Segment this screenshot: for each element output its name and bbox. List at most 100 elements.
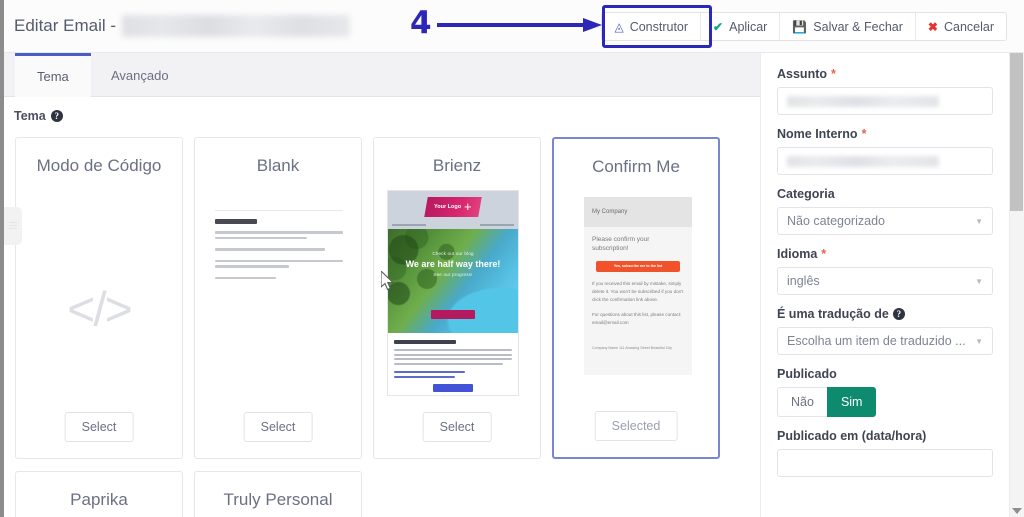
cancel-button[interactable]: ✖ Cancelar <box>915 13 1006 40</box>
field-idioma: Idioma * inglês ▼ <box>777 247 993 295</box>
template-card-paprika[interactable]: Paprika <box>15 471 183 517</box>
chevron-down-icon: ▼ <box>975 216 983 226</box>
apply-button[interactable]: ✔ Aplicar <box>701 13 781 40</box>
brienz-logo-icon: Your Logo + <box>424 197 482 217</box>
window-header: Editar Email - ◬ Construtor ✔ Aplicar 💾 … <box>4 0 1024 53</box>
x-icon: ✖ <box>927 19 938 34</box>
tab-tema-label: Tema <box>37 69 69 84</box>
plus-icon: + <box>464 198 472 214</box>
floppy-disk-icon: 💾 <box>792 19 808 34</box>
confirm-cta-label: Yes, subscribe me to the list <box>613 264 663 269</box>
traducao-select[interactable]: Escolha um item de traduzido ... ▼ <box>777 327 993 355</box>
page-scrollbar-track[interactable] <box>1009 53 1024 517</box>
left-edge-strip <box>0 0 4 517</box>
field-publicado-em-label: Publicado em (data/hora) <box>777 429 993 443</box>
section-header-label: Tema <box>14 109 46 123</box>
nome-interno-input[interactable] <box>777 147 993 175</box>
annotation-step-number: 4 <box>410 5 432 41</box>
select-button[interactable]: Select <box>243 412 313 442</box>
template-card-title: Paprika <box>70 490 128 509</box>
question-mark-icon[interactable]: ? <box>892 308 905 320</box>
cube-icon: ◬ <box>614 19 624 34</box>
brienz-hero-headline: We are half way there! <box>405 259 501 269</box>
brienz-hero-button <box>431 310 475 319</box>
categoria-select-value: Não categorizado <box>787 214 885 228</box>
field-assunto-label: Assunto * <box>777 67 993 81</box>
template-preview-confirm-me: My Company Please confirm your subscript… <box>584 197 692 375</box>
tab-tema[interactable]: Tema <box>15 53 91 97</box>
page-scrollbar-thumb[interactable] <box>1010 53 1023 211</box>
template-card-grid: Modo de Código </> Select Blank Select B… <box>15 137 760 517</box>
publicado-option-sim[interactable]: Sim <box>826 387 877 417</box>
page-title-text: Editar Email - <box>14 16 117 35</box>
publicado-em-input[interactable] <box>777 449 993 477</box>
header-toolbar: ◬ Construtor ✔ Aplicar 💾 Salvar & Fechar… <box>601 12 1007 41</box>
select-button[interactable]: Select <box>422 412 492 442</box>
idioma-select[interactable]: inglês ▼ <box>777 267 993 295</box>
required-marker: * <box>831 67 836 81</box>
left-collapse-handle[interactable] <box>4 207 22 245</box>
section-header: Tema ? <box>14 109 63 123</box>
template-card-title: Modo de Código <box>36 156 162 175</box>
label-text: Categoria <box>777 187 835 201</box>
template-card-modo-de-codigo[interactable]: Modo de Código </> Select <box>15 137 183 459</box>
publicado-toggle: Não Sim <box>777 387 993 417</box>
question-mark-icon[interactable]: ? <box>50 110 63 122</box>
template-card-title: Truly Personal <box>223 490 333 509</box>
confirm-company-label: My Company <box>592 209 628 215</box>
confirm-headline: Please confirm your subscription! <box>592 236 650 253</box>
template-card-title: Brienz <box>432 156 482 175</box>
publicado-option-nao[interactable]: Não <box>777 387 827 417</box>
save-close-button[interactable]: 💾 Salvar & Fechar <box>780 13 916 40</box>
chevron-down-icon: ▼ <box>975 336 983 346</box>
template-card-truly-personal[interactable]: Truly Personal <box>194 471 362 517</box>
field-traducao: É uma tradução de ? Escolha um item de t… <box>777 307 993 355</box>
template-preview-brienz: Your Logo + Check out our blog We are ha… <box>387 190 519 396</box>
assunto-redacted-value <box>787 95 939 107</box>
confirm-paragraph-2: For questions about this list, please co… <box>592 311 682 325</box>
code-icon: </> <box>67 283 132 337</box>
chevron-down-icon: ▼ <box>975 276 983 286</box>
theme-panel: Tema ? Modo de Código </> Select Blank S… <box>4 97 760 517</box>
scroll-down-arrow-icon[interactable] <box>1012 508 1022 514</box>
selected-button[interactable]: Selected <box>594 411 678 441</box>
brienz-body-button <box>433 383 473 392</box>
categoria-select[interactable]: Não categorizado ▼ <box>777 207 993 235</box>
label-text: Idioma <box>777 247 818 261</box>
template-card-row-2: Paprika Truly Personal <box>15 471 760 517</box>
label-text: Nome Interno <box>777 127 858 141</box>
traducao-select-value: Escolha um item de traduzido ... <box>787 334 966 348</box>
idioma-select-value: inglês <box>787 274 820 288</box>
field-nome-interno: Nome Interno * <box>777 127 993 175</box>
field-idioma-label: Idioma * <box>777 247 993 261</box>
template-card-blank[interactable]: Blank Select <box>194 137 362 459</box>
template-card-brienz[interactable]: Brienz Your Logo + Check out our blog We… <box>373 137 541 459</box>
confirm-paragraph-1: If you received this email by mistake, s… <box>592 280 684 302</box>
required-marker: * <box>861 127 867 141</box>
field-nome-interno-label: Nome Interno * <box>777 127 993 141</box>
template-card-confirm-me[interactable]: Confirm Me My Company Please confirm you… <box>552 137 720 459</box>
label-text: Assunto <box>777 67 827 81</box>
template-card-title: Blank <box>256 156 300 175</box>
label-text: É uma tradução de <box>777 307 889 321</box>
tab-bar: Tema Avançado <box>4 53 760 97</box>
label-text: Publicado em (data/hora) <box>777 429 927 443</box>
confirm-footer: Company Name 111 Amazing Street Beautifu… <box>592 346 672 350</box>
field-categoria-label: Categoria <box>777 187 993 201</box>
select-button[interactable]: Select <box>64 412 134 442</box>
template-preview-blank <box>215 210 343 298</box>
required-marker: * <box>821 247 827 261</box>
save-close-button-label: Salvar & Fechar <box>813 19 903 34</box>
tab-avancado[interactable]: Avançado <box>89 53 191 97</box>
page-title: Editar Email - <box>14 15 351 37</box>
field-categoria: Categoria Não categorizado ▼ <box>777 187 993 235</box>
template-card-title: Confirm Me <box>592 157 680 176</box>
builder-button[interactable]: ◬ Construtor <box>602 13 702 40</box>
field-publicado: Publicado Não Sim <box>777 367 993 417</box>
field-publicado-label: Publicado <box>777 367 993 381</box>
assunto-input[interactable] <box>777 87 993 115</box>
brienz-hero-top: Check out our blog <box>432 251 474 256</box>
cancel-button-label: Cancelar <box>943 19 994 34</box>
tab-avancado-label: Avançado <box>111 67 169 83</box>
apply-button-label: Aplicar <box>729 19 768 34</box>
